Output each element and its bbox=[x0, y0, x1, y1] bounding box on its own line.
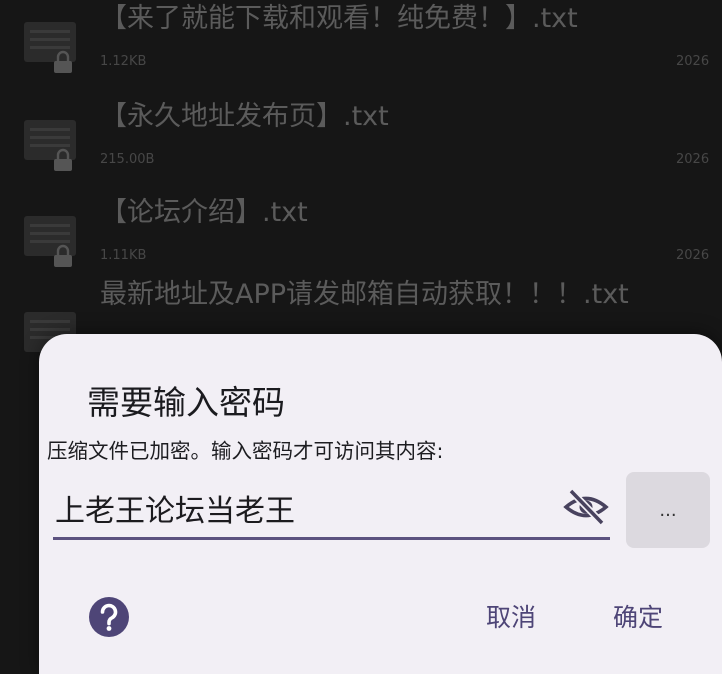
lock-icon bbox=[54, 50, 72, 73]
file-size: 1.12KB bbox=[100, 54, 147, 69]
password-dialog: 需要输入密码 压缩文件已加密。输入密码才可访问其内容: 上老王论坛当老王 ...… bbox=[39, 334, 722, 674]
file-name: 【来了就能下载和观看！纯免费！】.txt bbox=[100, 3, 578, 34]
file-size: 1.11KB bbox=[100, 248, 147, 263]
file-name: 最新地址及APP请发邮箱自动获取！！！.txt bbox=[100, 279, 629, 310]
dialog-message: 压缩文件已加密。输入密码才可访问其内容: bbox=[47, 439, 444, 463]
input-underline bbox=[53, 537, 610, 540]
dialog-title: 需要输入密码 bbox=[87, 383, 285, 422]
file-row[interactable]: 【论坛介绍】.txt 1.11KB 2026 bbox=[0, 188, 722, 284]
file-row[interactable]: 【永久地址发布页】.txt 215.00B 2026 bbox=[0, 92, 722, 188]
file-date: 2026 bbox=[676, 54, 710, 69]
file-name: 【永久地址发布页】.txt bbox=[100, 101, 389, 132]
cancel-button[interactable]: 取消 bbox=[483, 596, 539, 636]
file-size: 215.00B bbox=[100, 152, 155, 167]
file-date: 2026 bbox=[676, 152, 710, 167]
more-options-button[interactable]: ... bbox=[626, 472, 710, 548]
file-date: 2026 bbox=[676, 248, 710, 263]
lock-icon bbox=[54, 244, 72, 267]
visibility-off-icon[interactable] bbox=[563, 488, 609, 526]
password-value[interactable]: 上老王论坛当老王 bbox=[55, 486, 295, 530]
file-name: 【论坛介绍】.txt bbox=[100, 197, 308, 228]
password-input[interactable]: 上老王论坛当老王 bbox=[53, 474, 610, 540]
file-row[interactable]: 【来了就能下载和观看！纯免费！】.txt 1.12KB 2026 bbox=[0, 0, 722, 90]
help-icon[interactable] bbox=[88, 596, 130, 638]
confirm-button[interactable]: 确定 bbox=[609, 596, 667, 636]
lock-icon bbox=[54, 148, 72, 171]
